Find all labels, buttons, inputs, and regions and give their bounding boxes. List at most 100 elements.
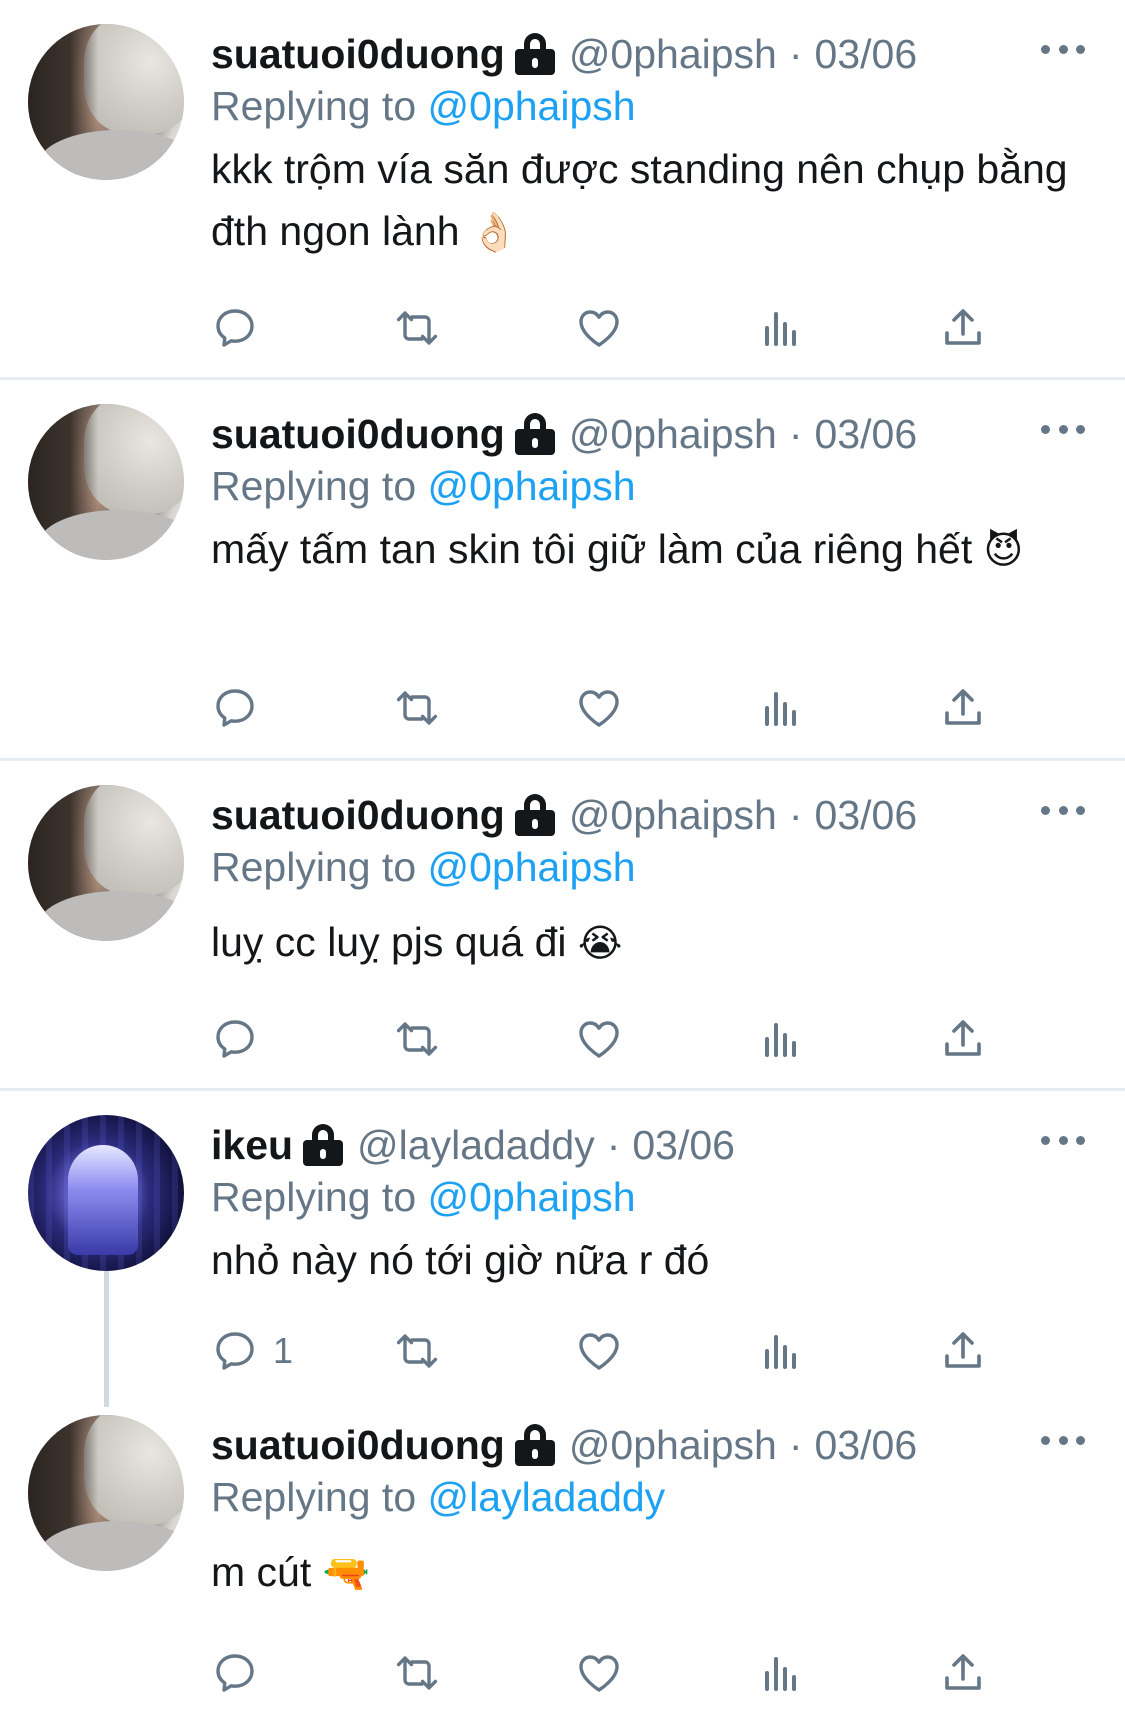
share-icon	[945, 689, 981, 725]
reply-timeline: suatuoi0duong @0phaipsh · 03/06 Replying…	[0, 0, 1125, 1718]
reply-button[interactable]: 1	[211, 1323, 293, 1379]
tweet-header: suatuoi0duong @0phaipsh · 03/06	[211, 26, 1085, 82]
lock-icon	[514, 33, 555, 75]
heart-icon	[579, 690, 619, 727]
tweet-content: suatuoi0duong @0phaipsh · 03/06 Replying…	[211, 26, 1085, 264]
avatar[interactable]	[28, 24, 184, 180]
replying-label: Replying to	[211, 83, 417, 129]
avatar[interactable]	[28, 404, 184, 560]
stats-button[interactable]	[757, 1011, 805, 1067]
analytics-icon	[765, 1335, 796, 1369]
retweet-icon	[396, 311, 438, 345]
reply-button[interactable]	[211, 1011, 273, 1067]
heart-icon	[579, 310, 619, 347]
separator-dot: ·	[606, 1121, 621, 1168]
action-bar	[211, 1011, 1125, 1067]
reply-button[interactable]	[211, 680, 273, 736]
tweet[interactable]: suatuoi0duong @0phaipsh · 03/06 Replying…	[0, 0, 1125, 380]
user-handle[interactable]: @0phaipsh	[569, 792, 777, 839]
retweet-icon	[396, 691, 438, 725]
like-button[interactable]	[575, 1323, 623, 1379]
tweet-date[interactable]: 03/06	[815, 411, 918, 458]
tweet[interactable]: ikeu @layladaddy · 03/06 Replying to @0p…	[0, 1091, 1125, 1407]
share-icon	[945, 1020, 981, 1056]
action-bar: 1	[211, 1323, 1125, 1379]
tweet-text: m cút 🔫	[211, 1541, 1085, 1605]
display-name[interactable]: ikeu	[211, 1122, 293, 1169]
tweet-text: kkk trộm vía săn được standing nên chụp …	[211, 138, 1085, 264]
more-icon[interactable]	[1041, 1425, 1085, 1455]
share-button[interactable]	[939, 680, 987, 736]
tweet[interactable]: suatuoi0duong @0phaipsh · 03/06 Replying…	[0, 761, 1125, 1091]
reply-button[interactable]	[211, 300, 273, 356]
reply-icon	[216, 1654, 254, 1692]
user-handle[interactable]: @0phaipsh	[569, 411, 777, 458]
share-button[interactable]	[939, 1645, 987, 1701]
tweet-body: luỵ cc luỵ pjs quá đi	[211, 919, 567, 965]
tweet-date[interactable]: 03/06	[815, 31, 918, 78]
more-icon[interactable]	[1041, 795, 1085, 825]
tweet-date[interactable]: 03/06	[815, 1422, 918, 1469]
share-button[interactable]	[939, 1011, 987, 1067]
tweet-date[interactable]: 03/06	[815, 792, 918, 839]
user-handle[interactable]: @0phaipsh	[569, 31, 777, 78]
like-button[interactable]	[575, 680, 623, 736]
retweet-button[interactable]	[393, 680, 441, 736]
retweet-button[interactable]	[393, 300, 441, 356]
retweet-button[interactable]	[393, 1323, 441, 1379]
tweet-content: suatuoi0duong @0phaipsh · 03/06 Replying…	[211, 1417, 1085, 1605]
avatar[interactable]	[28, 1415, 184, 1571]
avatar[interactable]	[28, 785, 184, 941]
tweet-body: m cút	[211, 1549, 312, 1595]
display-name[interactable]: suatuoi0duong	[211, 31, 505, 78]
retweet-icon	[396, 1334, 438, 1368]
tweet-header: suatuoi0duong @0phaipsh · 03/06	[211, 1417, 1085, 1473]
analytics-icon	[765, 1657, 796, 1691]
replying-mention[interactable]: @0phaipsh	[428, 1174, 636, 1220]
more-icon[interactable]	[1041, 1125, 1085, 1155]
retweet-button[interactable]	[393, 1645, 441, 1701]
retweet-icon	[396, 1656, 438, 1690]
more-icon[interactable]	[1041, 34, 1085, 64]
reply-icon	[216, 1332, 254, 1370]
display-name[interactable]: suatuoi0duong	[211, 792, 505, 839]
tweet[interactable]: suatuoi0duong @0phaipsh · 03/06 Replying…	[0, 1407, 1125, 1718]
share-button[interactable]	[939, 300, 987, 356]
replying-mention[interactable]: @0phaipsh	[428, 83, 636, 129]
display-name[interactable]: suatuoi0duong	[211, 1422, 505, 1469]
tweet-body: mấy tấm tan skin tôi giữ làm của riêng h…	[211, 526, 973, 572]
like-button[interactable]	[575, 1645, 623, 1701]
tweet-content: suatuoi0duong @0phaipsh · 03/06 Replying…	[211, 406, 1085, 582]
stats-button[interactable]	[757, 300, 805, 356]
stats-button[interactable]	[757, 1323, 805, 1379]
emoji: 👌🏻	[470, 212, 519, 254]
user-handle[interactable]: @layladaddy	[357, 1122, 595, 1169]
stats-button[interactable]	[757, 680, 805, 736]
lock-icon	[514, 1424, 555, 1466]
user-handle[interactable]: @0phaipsh	[569, 1422, 777, 1469]
emoji: 😈	[983, 530, 1024, 572]
avatar[interactable]	[28, 1115, 184, 1271]
stats-button[interactable]	[757, 1645, 805, 1701]
thread-line	[104, 1271, 109, 1407]
more-icon[interactable]	[1041, 414, 1085, 444]
tweet-date[interactable]: 03/06	[632, 1122, 735, 1169]
reply-icon	[216, 689, 254, 727]
share-button[interactable]	[939, 1323, 987, 1379]
replying-to: Replying to @0phaipsh	[211, 82, 1085, 130]
like-button[interactable]	[575, 1011, 623, 1067]
display-name[interactable]: suatuoi0duong	[211, 411, 505, 458]
reply-button[interactable]	[211, 1645, 273, 1701]
replying-mention[interactable]: @0phaipsh	[428, 463, 636, 509]
tweet-header: ikeu @layladaddy · 03/06	[211, 1117, 1085, 1173]
replying-mention[interactable]: @0phaipsh	[428, 844, 636, 890]
tweet-content: ikeu @layladaddy · 03/06 Replying to @0p…	[211, 1117, 1085, 1291]
replying-mention[interactable]: @layladaddy	[428, 1474, 666, 1520]
share-icon	[945, 1332, 981, 1368]
tweet[interactable]: suatuoi0duong @0phaipsh · 03/06 Replying…	[0, 380, 1125, 761]
like-button[interactable]	[575, 300, 623, 356]
action-bar	[211, 300, 1125, 356]
heart-icon	[579, 1333, 619, 1370]
retweet-icon	[396, 1022, 438, 1056]
retweet-button[interactable]	[393, 1011, 441, 1067]
